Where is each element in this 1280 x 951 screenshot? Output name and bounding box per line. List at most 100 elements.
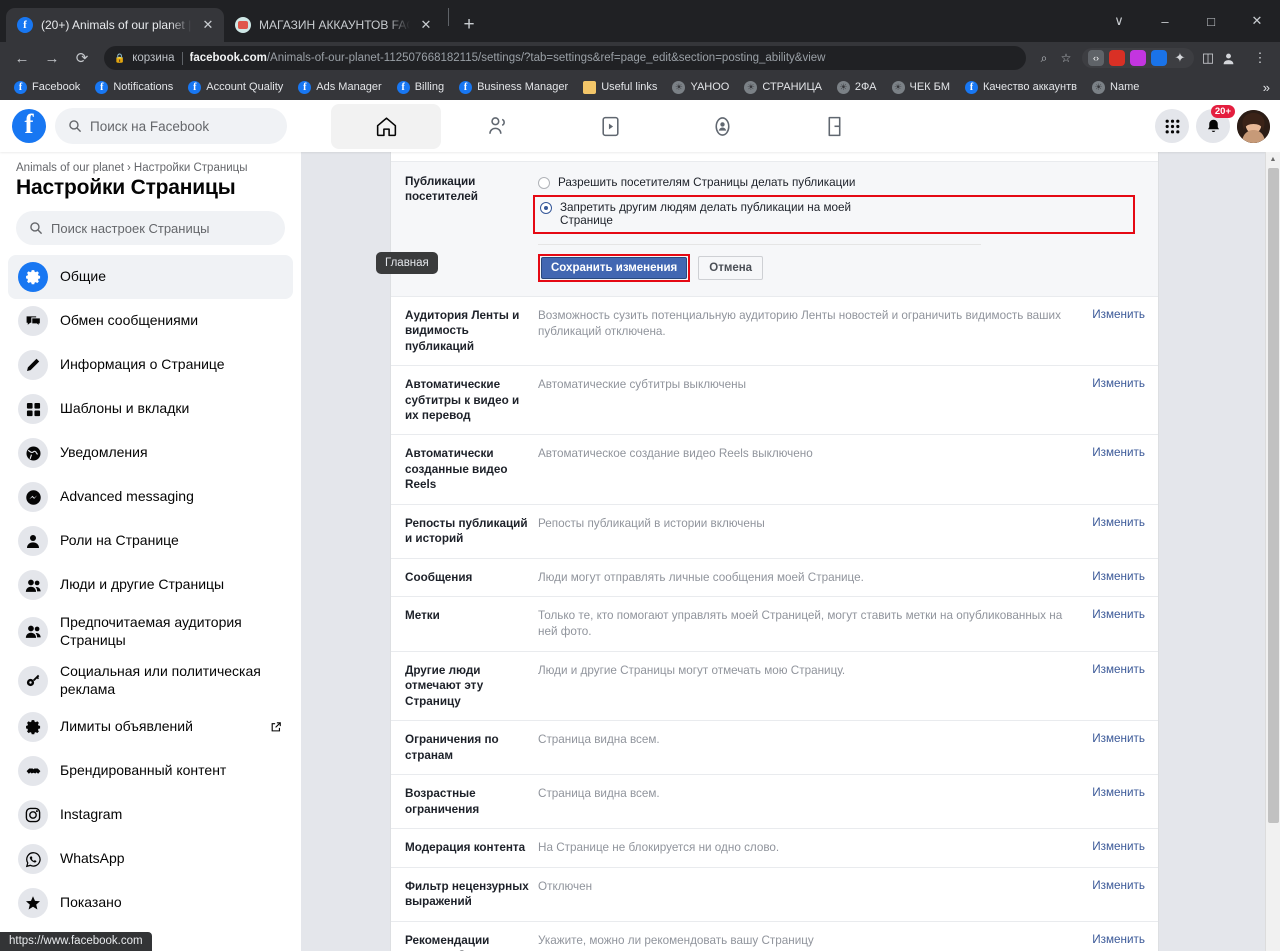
sidebar-item-featured[interactable]: Показано — [8, 881, 293, 925]
sidebar-item-whatsapp[interactable]: WhatsApp — [8, 837, 293, 881]
save-button[interactable]: Сохранить изменения — [541, 256, 688, 279]
grid-menu-icon[interactable] — [1155, 109, 1189, 143]
bookmark-item[interactable]: ☀ YAHOO — [666, 79, 735, 96]
address-bar[interactable]: 🔒 корзина facebook.com/Animals-of-our-pl… — [104, 46, 1026, 70]
bookmark-label: Ads Manager — [316, 81, 382, 93]
close-icon[interactable]: ✕ — [418, 17, 434, 33]
side-panel-icon[interactable]: ◫ — [1196, 50, 1220, 66]
edit-link[interactable]: Изменить — [1089, 732, 1145, 763]
cancel-button[interactable]: Отмена — [698, 255, 764, 280]
edit-link[interactable]: Изменить — [1089, 933, 1145, 951]
forward-icon[interactable]: → — [38, 44, 66, 72]
close-window-button[interactable]: ✕ — [1234, 5, 1280, 37]
edit-link[interactable]: Изменить — [1089, 879, 1145, 910]
home-tab[interactable] — [331, 103, 441, 149]
bookmark-label: YAHOO — [690, 81, 730, 93]
breadcrumb: Animals of our planet › Настройки Страницы — [0, 162, 301, 174]
bookmark-item[interactable]: ☀ ЧЕК БМ — [886, 79, 957, 96]
sidebar-item-instagram[interactable]: Instagram — [8, 793, 293, 837]
bookmark-item[interactable]: f Качество аккаунтв — [959, 79, 1083, 96]
scrollbar-thumb[interactable] — [1268, 168, 1279, 823]
edit-link[interactable]: Изменить — [1089, 570, 1145, 586]
globe-icon — [18, 438, 48, 468]
bookmark-item[interactable]: ☀ 2ФА — [831, 79, 883, 96]
blue-extension-icon[interactable] — [1151, 50, 1167, 66]
setting-label: Кто видит Страницу — [405, 152, 538, 154]
facebook-icon: f — [396, 80, 410, 94]
sidebar-item-ad-limits[interactable]: Лимиты объявлений — [8, 705, 293, 749]
facebook-logo[interactable]: f — [12, 109, 46, 143]
purple-extension-icon[interactable] — [1130, 50, 1146, 66]
bookmark-star-icon[interactable]: ☆ — [1056, 51, 1076, 65]
back-icon[interactable]: ← — [8, 44, 36, 72]
radio-option-disallow[interactable]: Запретить другим людям делать публикации… — [540, 201, 1128, 227]
friends-tab[interactable] — [443, 104, 553, 149]
settings-sidebar: Animals of our planet › Настройки Страницы… — [0, 152, 301, 951]
watch-tab[interactable] — [555, 104, 665, 149]
bookmark-item[interactable]: f Business Manager — [453, 79, 574, 96]
profile-avatar-icon[interactable] — [1222, 52, 1246, 65]
user-avatar[interactable] — [1237, 109, 1270, 143]
omnibox-divider — [181, 51, 183, 65]
sidebar-item-notifications[interactable]: Уведомления — [8, 431, 293, 475]
bookmark-item[interactable]: f Facebook — [8, 79, 86, 96]
radio-button[interactable] — [538, 176, 550, 189]
edit-link[interactable]: Изменить — [1089, 308, 1145, 354]
radio-label: Разрешить посетителям Страницы делать пу… — [558, 175, 856, 189]
bookmark-item[interactable]: f Billing — [391, 79, 450, 96]
edit-link[interactable]: Изменить — [1089, 663, 1145, 709]
minimize-button[interactable]: – — [1142, 5, 1188, 37]
page-scrollbar[interactable]: ▲ — [1265, 152, 1280, 951]
facebook-main-nav — [331, 103, 889, 149]
sidebar-item-preferred-audience[interactable]: Предпочитаемая аудитория Страницы — [8, 607, 293, 656]
setting-value: Люди могут отправлять личные сообщения м… — [538, 570, 864, 584]
edit-link[interactable]: Изменить — [1089, 446, 1145, 492]
settings-search-input[interactable]: Поиск настроек Страницы — [16, 211, 285, 245]
setting-label: Автоматические субтитры к видео и их пер… — [405, 378, 520, 422]
bookmark-item[interactable]: f Account Quality — [182, 79, 289, 96]
maximize-button[interactable]: □ — [1188, 5, 1234, 37]
bookmark-item[interactable]: f Notifications — [89, 79, 179, 96]
notifications-button[interactable]: 20+ — [1196, 105, 1235, 143]
bookmark-item[interactable]: ☀ Name — [1086, 79, 1145, 96]
sidebar-item-branded-content[interactable]: Брендированный контент — [8, 749, 293, 793]
sidebar-item-social-political-ads[interactable]: Социальная или политическая реклама — [8, 656, 293, 705]
bookmark-item[interactable]: ☀ СТРАНИЦА — [738, 79, 828, 96]
groups-tab[interactable] — [667, 104, 777, 149]
chrome-menu-icon[interactable]: ⋮ — [1248, 50, 1272, 66]
sidebar-item-general[interactable]: Общие — [8, 255, 293, 299]
radio-button-selected[interactable] — [540, 201, 552, 214]
edit-link[interactable]: Изменить — [1089, 840, 1145, 856]
edit-link[interactable]: Изменить — [1089, 152, 1145, 154]
reload-icon[interactable]: ⟳ — [68, 44, 96, 72]
setting-value: На Странице не блокируется ни одно слово… — [538, 841, 780, 855]
sidebar-item-messaging[interactable]: Обмен сообщениями — [8, 299, 293, 343]
edit-link[interactable]: Изменить — [1089, 516, 1145, 547]
sidebar-item-people-other-pages[interactable]: Люди и другие Страницы — [8, 563, 293, 607]
breadcrumb-page[interactable]: Animals of our planet — [16, 162, 124, 174]
browser-tab-2[interactable]: МАГАЗИН АККАУНТОВ FACEBOO ✕ — [224, 8, 442, 42]
scroll-up-arrow-icon[interactable]: ▲ — [1266, 152, 1280, 166]
radio-option-allow[interactable]: Разрешить посетителям Страницы делать пу… — [538, 174, 1135, 191]
bookmark-item[interactable]: f Ads Manager — [292, 79, 387, 96]
gaming-tab[interactable] — [779, 104, 889, 149]
search-input[interactable]: Поиск на Facebook — [55, 108, 287, 144]
edit-link[interactable]: Изменить — [1089, 786, 1145, 817]
sidebar-item-page-info[interactable]: Информация о Странице — [8, 343, 293, 387]
code-extension-icon[interactable]: ‹› — [1088, 50, 1104, 66]
browser-toolbar: ← → ⟳ 🔒 корзина facebook.com/Animals-of-… — [0, 42, 1280, 74]
edit-link[interactable]: Изменить — [1089, 377, 1145, 423]
puzzle-extensions-icon[interactable]: ✦ — [1172, 50, 1188, 66]
sidebar-item-templates-tabs[interactable]: Шаблоны и вкладки — [8, 387, 293, 431]
browser-tab-1[interactable]: f (20+) Animals of our planet | Fac ✕ — [6, 8, 224, 42]
bookmark-item[interactable]: Useful links — [577, 79, 663, 96]
search-icon[interactable]: ⌕ — [1034, 51, 1054, 66]
sidebar-item-advanced-messaging[interactable]: Advanced messaging — [8, 475, 293, 519]
sidebar-item-page-roles[interactable]: Роли на Странице — [8, 519, 293, 563]
shield-extension-icon[interactable] — [1109, 50, 1125, 66]
bookmarks-overflow-icon[interactable]: » — [1263, 80, 1272, 95]
tab-search-icon[interactable]: ∨ — [1096, 5, 1142, 37]
edit-link[interactable]: Изменить — [1089, 608, 1145, 640]
close-icon[interactable]: ✕ — [200, 17, 216, 33]
new-tab-button[interactable]: + — [455, 11, 483, 39]
